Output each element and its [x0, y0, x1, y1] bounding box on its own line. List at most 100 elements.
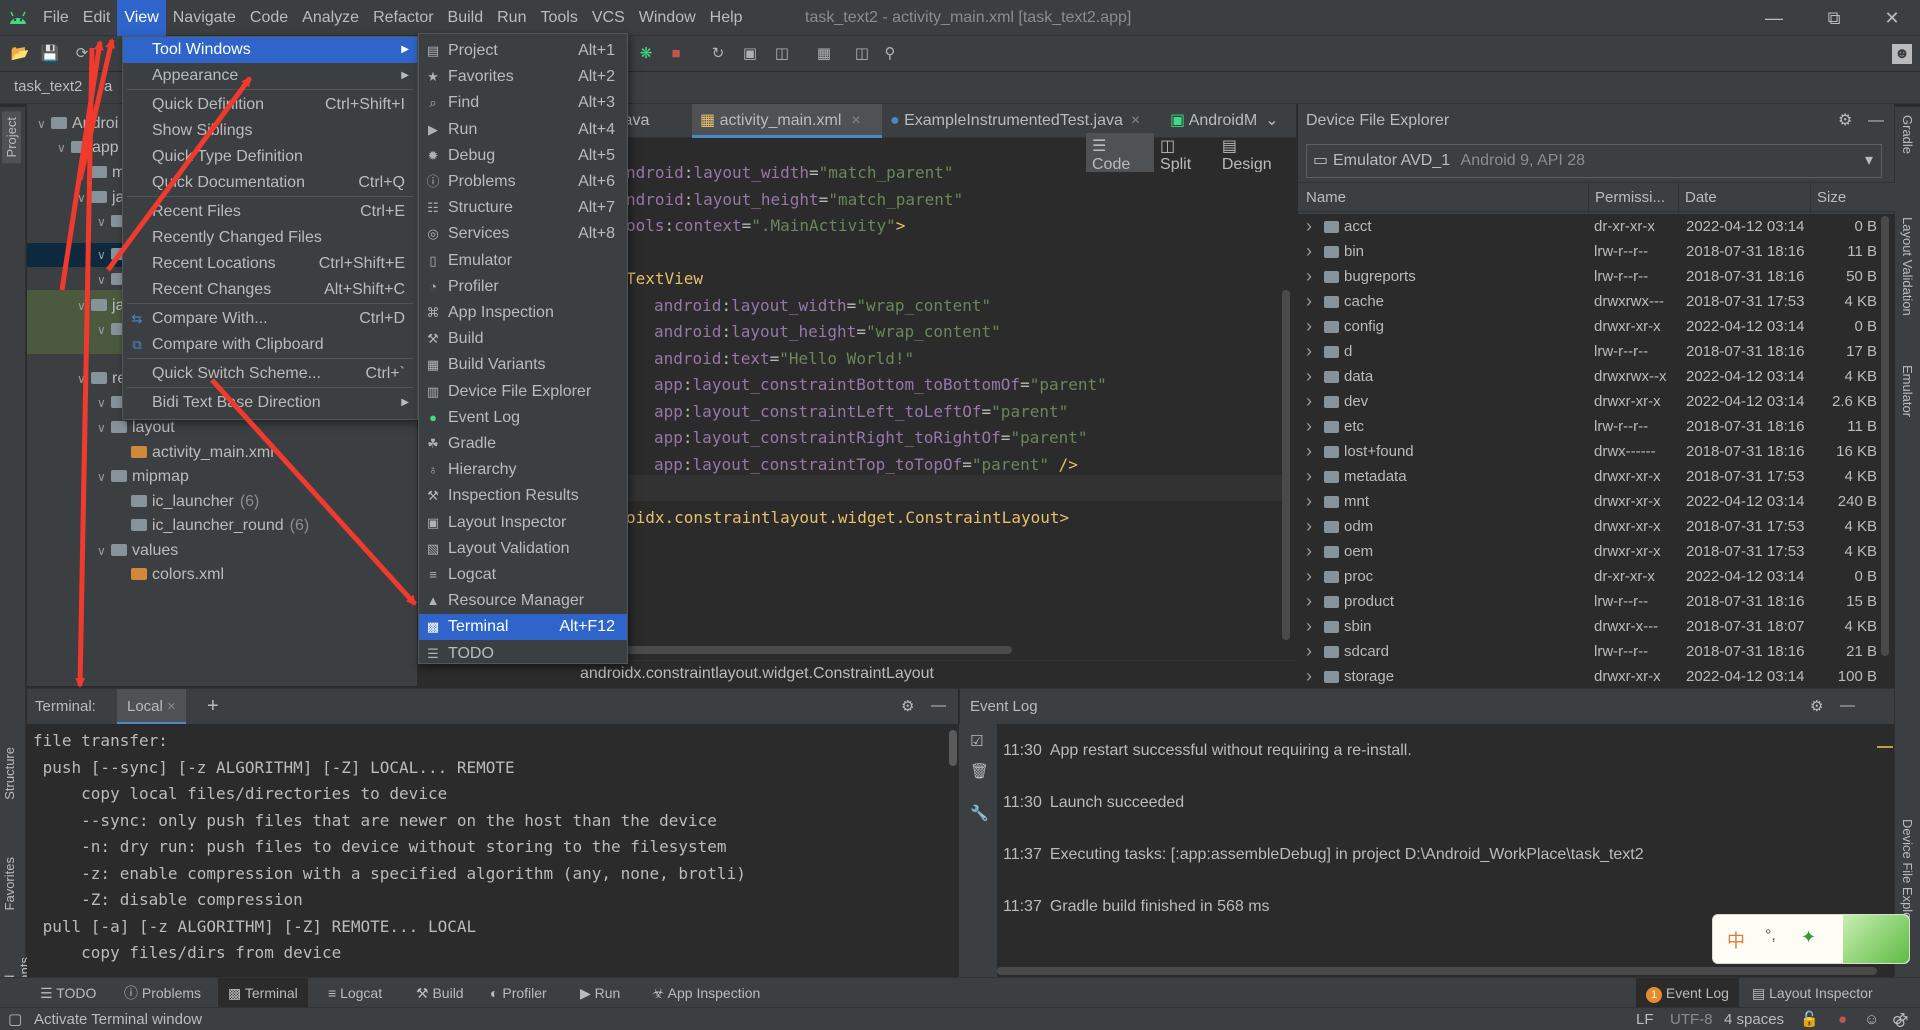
menu-analyze[interactable]: Analyze	[295, 0, 366, 36]
tool-window-item-debug[interactable]: ✹ Debug Alt+5	[419, 143, 627, 169]
minimize-button[interactable]: —	[1746, 0, 1802, 36]
view-menu-item[interactable]: Bidi Text Base Direction ▶	[123, 390, 417, 416]
expand-chevron-icon[interactable]: ∨	[77, 294, 91, 318]
file-row[interactable]: › config drwxr-xr-x 2022-04-12 03:14 0 B	[1298, 314, 1895, 339]
expand-chevron-icon[interactable]: ∨	[77, 367, 91, 391]
tool-window-item-problems[interactable]: ⓘ Problems Alt+6	[419, 169, 627, 195]
expand-chevron-icon[interactable]: ›	[1306, 364, 1312, 389]
column-permissions[interactable]: Permissi...	[1588, 183, 1678, 213]
file-row[interactable]: › sbin drwxr-x--- 2018-07-31 18:07 4 KB	[1298, 614, 1895, 639]
tab-overflow-chevron-icon[interactable]: ⌄	[1265, 112, 1278, 129]
log-h-scrollbar[interactable]	[997, 967, 1877, 975]
tool-window-item-find[interactable]: ⌕ Find Alt+3	[419, 90, 627, 116]
expand-chevron-icon[interactable]: ∨	[97, 391, 111, 415]
sync-icon[interactable]: ⟳	[72, 44, 92, 64]
bottom-tab-logcat[interactable]: ≡ Logcat	[328, 978, 382, 1008]
file-row[interactable]: › mnt drwxr-xr-x 2022-04-12 03:14 240 B	[1298, 489, 1895, 514]
file-row[interactable]: › bugreports lrw-r--r-- 2018-07-31 18:16 50 …	[1298, 264, 1895, 289]
file-row[interactable]: › data drwxrwx--x 2022-04-12 03:14 4 KB	[1298, 364, 1895, 389]
sync-gradle-icon[interactable]: ↻	[708, 44, 728, 64]
ime-toolbar[interactable]: 中 °, ✦	[1712, 914, 1910, 964]
expand-chevron-icon[interactable]: ›	[1306, 639, 1312, 664]
tool-window-item-logcat[interactable]: ≡ Logcat	[419, 562, 627, 588]
menu-file[interactable]: File	[36, 0, 76, 36]
file-row[interactable]: › product lrw-r--r-- 2018-07-31 18:16 15 B	[1298, 589, 1895, 614]
column-name[interactable]: Name	[1298, 183, 1346, 213]
event-text[interactable]: Gradle build finished in 568 ms	[1050, 898, 1270, 915]
expand-chevron-icon[interactable]: ∨	[97, 465, 111, 489]
close-tab-icon[interactable]: ×	[1131, 112, 1140, 129]
event-text[interactable]: App restart successful without requiring…	[1050, 742, 1412, 759]
device-selector[interactable]: ▭ Emulator AVD_1 Android 9, API 28 ▾	[1306, 144, 1882, 178]
tool-window-item-emulator[interactable]: ▯ Emulator	[419, 248, 627, 274]
bottom-tab-todo[interactable]: ☰ TODO	[40, 978, 96, 1008]
stripe-tab-favorites[interactable]: Favorites	[2, 857, 17, 910]
editor-tab-activity-main[interactable]: ▦ activity_main.xml ×	[692, 104, 882, 138]
terminal-output[interactable]: file transfer: push [--sync] [-z ALGORIT…	[27, 724, 958, 977]
bottom-tab-event-log[interactable]: 1 Event Log	[1636, 978, 1739, 1008]
editor-scrollbar[interactable]	[1282, 290, 1290, 640]
menu-edit[interactable]: Edit	[76, 0, 118, 36]
tool-window-item-layout-inspector[interactable]: ▣ Layout Inspector	[419, 510, 627, 536]
stripe-tab-project[interactable]: Project	[2, 111, 21, 164]
file-encoding[interactable]: UTF-8	[1670, 1008, 1713, 1030]
project-tree-row[interactable]: ∨ app	[57, 136, 119, 160]
project-structure-icon[interactable]: ▦	[814, 44, 834, 64]
bottom-tab-layout-inspector[interactable]: ▤ Layout Inspector	[1752, 978, 1873, 1008]
expand-chevron-icon[interactable]: ∨	[97, 539, 111, 563]
tool-window-item-profiler[interactable]: ◔ Profiler	[419, 274, 627, 300]
breadcrumb-module[interactable]: a	[104, 78, 112, 95]
view-menu-item[interactable]: Recent Changes Alt+Shift+C	[123, 277, 417, 303]
split-mode-button[interactable]: ◫ Split	[1154, 133, 1216, 177]
tool-window-item-gradle[interactable]: ☘ Gradle	[419, 431, 627, 457]
file-row[interactable]: › odm drwxr-xr-x 2018-07-31 17:53 4 KB	[1298, 514, 1895, 539]
project-tree-row[interactable]: ic_launcher_round (6)	[117, 514, 309, 538]
file-row[interactable]: › proc dr-xr-xr-x 2022-04-12 03:14 0 B	[1298, 564, 1895, 589]
tool-window-item-project[interactable]: ▤ Project Alt+1	[419, 38, 627, 64]
settings-gear-icon[interactable]: ⚙	[1838, 104, 1852, 138]
bottom-tab-profiler[interactable]: ◐ Profiler	[490, 978, 547, 1008]
project-tree-row[interactable]: ∨ mipmap	[97, 465, 189, 489]
happy-face-icon[interactable]: ☺	[1864, 1008, 1879, 1030]
bottom-tab-build[interactable]: ⚒ Build	[416, 978, 464, 1008]
tool-window-item-device-file-explorer[interactable]: ▥ Device File Explorer	[419, 379, 627, 405]
menu-build[interactable]: Build	[441, 0, 491, 36]
project-tree-row[interactable]: ∨ values	[97, 539, 178, 563]
expand-chevron-icon[interactable]: ›	[1306, 664, 1312, 689]
tool-window-item-build[interactable]: ⚒ Build	[419, 326, 627, 352]
design-mode-button[interactable]: ▤ Design	[1216, 133, 1296, 177]
ime-language[interactable]: 中	[1727, 927, 1745, 953]
settings-gear-icon[interactable]: ⚙	[1810, 697, 1823, 715]
tool-window-item-terminal[interactable]: ▩ Terminal Alt+F12	[419, 614, 627, 641]
expand-chevron-icon[interactable]: ∨	[97, 268, 111, 292]
view-menu-item[interactable]: ⧉ Compare with Clipboard	[123, 332, 417, 358]
indent-setting[interactable]: 4 spaces	[1724, 1008, 1784, 1030]
file-row[interactable]: › d lrw-r--r-- 2018-07-31 18:16 17 B	[1298, 339, 1895, 364]
view-menu-item[interactable]: Show Siblings	[123, 118, 417, 144]
project-tree-row[interactable]: colors.xml	[117, 563, 224, 587]
status-panel-icon[interactable]: ▢	[8, 1008, 22, 1030]
view-menu-item[interactable]: Quick Type Definition	[123, 144, 417, 170]
tool-window-item-app-inspection[interactable]: ⌘ App Inspection	[419, 300, 627, 326]
bottom-tab-terminal[interactable]: ▩ Terminal	[218, 978, 308, 1008]
expand-chevron-icon[interactable]: ∨	[57, 136, 71, 160]
expand-chevron-icon[interactable]: ›	[1306, 514, 1312, 539]
menu-help[interactable]: Help	[703, 0, 750, 36]
expand-chevron-icon[interactable]: ›	[1306, 289, 1312, 314]
maximize-button[interactable]: ⧉	[1806, 0, 1862, 36]
git-icon[interactable]: ⚣	[1892, 1008, 1908, 1030]
tool-window-item-build-variants[interactable]: ▦ Build Variants	[419, 352, 627, 378]
line-separator[interactable]: LF	[1636, 1008, 1654, 1030]
event-text[interactable]: Executing tasks: [:app:assembleDebug] in…	[1050, 846, 1644, 863]
layout-icon[interactable]: ◫	[852, 44, 872, 64]
menu-view[interactable]: View	[117, 0, 166, 36]
hide-panel-icon[interactable]: —	[1868, 104, 1884, 138]
close-window-button[interactable]: ✕	[1864, 0, 1920, 36]
expand-chevron-icon[interactable]: ∨	[97, 210, 111, 234]
file-list-scrollbar[interactable]	[1881, 216, 1889, 656]
expand-chevron-icon[interactable]: ›	[1306, 464, 1312, 489]
column-date[interactable]: Date	[1678, 183, 1808, 213]
file-row[interactable]: › oem drwxr-xr-x 2018-07-31 17:53 4 KB	[1298, 539, 1895, 564]
project-tree-row[interactable]: activity_main.xml	[117, 441, 274, 465]
lock-icon[interactable]: 🔓	[1800, 1008, 1819, 1030]
